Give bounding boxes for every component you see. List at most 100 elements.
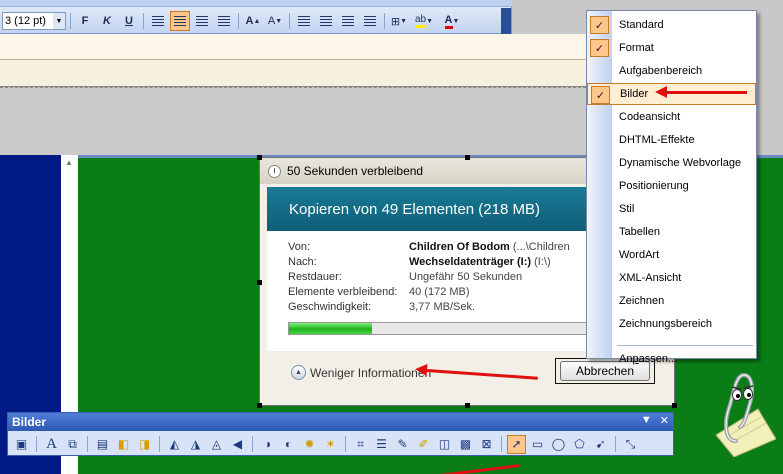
set-transparent-color-button[interactable]: ✎ (393, 435, 412, 454)
decrease-indent-button[interactable] (338, 11, 358, 31)
detail-label: Geschwindigkeit: (288, 301, 372, 313)
menu-item-positionierung[interactable]: Positionierung (587, 175, 756, 197)
toolbar-separator (501, 436, 502, 452)
office-assistant-clippy[interactable] (706, 365, 776, 457)
resize-handle[interactable] (257, 155, 262, 160)
dialog-heading: Kopieren von 49 Elementen (218 MB) (289, 200, 540, 218)
toolbar-separator (345, 436, 346, 452)
menu-item-format[interactable]: ✓ Format (587, 37, 756, 59)
menu-item-label: Zeichnungsbereich (619, 318, 712, 330)
menu-item-tabellen[interactable]: Tabellen (587, 221, 756, 243)
bullets-button[interactable] (316, 11, 336, 31)
flip-horizontal-button[interactable]: ◬ (207, 435, 226, 454)
shrink-font-button[interactable]: A ▼ (265, 11, 285, 31)
flip-vertical-button[interactable]: ◀ (228, 435, 247, 454)
text-button[interactable]: A (42, 435, 61, 454)
menu-item-bilder[interactable]: ✓ Bilder (587, 83, 756, 105)
absolute-position-button[interactable]: ▤ (93, 435, 112, 454)
black-white-button[interactable]: ◫ (435, 435, 454, 454)
toolbar-options-icon[interactable]: ▼ (641, 414, 652, 427)
rectangle-hotspot-button[interactable]: ▭ (528, 435, 547, 454)
auto-thumbnail-button[interactable]: ⧉ (63, 435, 82, 454)
position-icon: ▤ (96, 437, 109, 451)
menu-item-codeansicht[interactable]: Codeansicht (587, 106, 756, 128)
menu-item-dhtml-effekte[interactable]: DHTML-Effekte (587, 129, 756, 151)
toolbar-separator (289, 13, 290, 29)
menu-item-standard[interactable]: ✓ Standard (587, 14, 756, 36)
grow-font-button[interactable]: A ▲ (243, 11, 263, 31)
align-center-button[interactable] (170, 11, 190, 31)
menu-item-zeichnen[interactable]: Zeichnen (587, 290, 756, 312)
numbering-button[interactable] (294, 11, 314, 31)
highlight-hotspots-button[interactable]: ➹ (591, 435, 610, 454)
circle-hotspot-button[interactable]: ◯ (549, 435, 568, 454)
increase-indent-button[interactable] (360, 11, 380, 31)
less-brightness-button[interactable]: ✶ (321, 435, 340, 454)
numbering-icon (298, 16, 310, 26)
menu-item-stil[interactable]: Stil (587, 198, 756, 220)
justify-button[interactable] (214, 11, 234, 31)
menu-item-wordart[interactable]: WordArt (587, 244, 756, 266)
more-contrast-button[interactable]: ◑ (258, 435, 277, 454)
polygon-hotspot-button[interactable]: ⬠ (570, 435, 589, 454)
menu-item-zeichnungsbereich[interactable]: Zeichnungsbereich (587, 313, 756, 335)
rotate-left-button[interactable]: ◭ (165, 435, 184, 454)
detail-value: Ungefähr 50 Sekunden (409, 271, 523, 283)
align-right-button[interactable] (192, 11, 212, 31)
formatting-toolbar: 3 (12 pt) ▼ F K U A ▲ A ▼ ⊞ ▼ ab ▼ A ▼ (0, 0, 512, 34)
align-right-icon (196, 16, 208, 26)
bold-button[interactable]: F (75, 11, 95, 31)
crop-button[interactable]: ⌗ (351, 435, 370, 454)
italic-button[interactable]: K (97, 11, 117, 31)
menu-separator (617, 345, 753, 346)
highlight-button[interactable]: ab ▼ (411, 11, 437, 31)
more-brightness-button[interactable]: ✹ (300, 435, 319, 454)
chevron-up-icon: ▲ (291, 365, 306, 380)
resize-handle[interactable] (257, 280, 262, 285)
borders-button[interactable]: ⊞ ▼ (389, 11, 409, 31)
send-backward-button[interactable]: ◨ (135, 435, 154, 454)
bilder-toolbar[interactable]: Bilder ▼ ✕ ▣ A ⧉ ▤ ◧ ◨ ◭ ◮ ◬ ◀ ◑ ◐ ✹ ✶ ⌗… (7, 412, 674, 456)
detail-label: Elemente verbleibend: (288, 286, 398, 298)
select-button[interactable]: ➚ (507, 434, 526, 454)
less-contrast-button[interactable]: ◐ (279, 435, 298, 454)
bring-forward-button[interactable]: ◧ (114, 435, 133, 454)
ruler-band (0, 34, 586, 60)
resize-handle[interactable] (672, 403, 677, 408)
detail-label: Restdauer: (288, 271, 342, 283)
toolbar-separator (252, 436, 253, 452)
resize-handle[interactable] (257, 403, 262, 408)
copy-progress-fill (289, 323, 373, 334)
detail-value: 40 (172 MB) (409, 286, 470, 298)
menu-item-xml-ansicht[interactable]: XML-Ansicht (587, 267, 756, 289)
color-button[interactable]: ✐ (414, 435, 433, 454)
menu-item-label: WordArt (619, 249, 660, 261)
restore-button[interactable]: ⤡ (621, 435, 640, 454)
toolbar-options-button[interactable] (501, 8, 511, 34)
customize-label-start: An (619, 353, 633, 365)
bevel-button[interactable]: ▩ (456, 435, 475, 454)
bilder-toolbar-title-bar[interactable]: Bilder ▼ ✕ (8, 413, 673, 431)
toolbar-separator (159, 436, 160, 452)
underline-button[interactable]: U (119, 11, 139, 31)
font-size-dropdown[interactable]: 3 (12 pt) ▼ (2, 12, 66, 30)
resize-handle[interactable] (465, 155, 470, 160)
resample-button[interactable]: ⊠ (477, 435, 496, 454)
scroll-up-icon[interactable]: ▲ (63, 158, 75, 168)
toolbars-menu[interactable]: ✓ Standard ✓ Format Aufgabenbereich ✓ Bilder Co… (586, 10, 757, 365)
menu-item-dynamische-webvorlage[interactable]: Dynamische Webvorlage (587, 152, 756, 174)
menu-item-label: Zeichnen (619, 295, 665, 307)
flip-horizontal-icon: ◬ (211, 437, 222, 451)
resize-handle[interactable] (465, 403, 470, 408)
menu-item-aufgabenbereich[interactable]: Aufgabenbereich (587, 60, 756, 82)
less-info-button[interactable]: ▲ Weniger Informationen (291, 365, 431, 380)
insert-picture-button[interactable]: ▣ (12, 435, 31, 454)
font-color-button[interactable]: A ▼ (439, 11, 465, 31)
close-icon[interactable]: ✕ (660, 414, 669, 427)
window-edge (757, 0, 783, 155)
toolbar-separator (87, 436, 88, 452)
line-style-button[interactable]: ☰ (372, 435, 391, 454)
rotate-right-button[interactable]: ◮ (186, 435, 205, 454)
black-white-icon: ◫ (438, 437, 451, 451)
align-left-button[interactable] (148, 11, 168, 31)
